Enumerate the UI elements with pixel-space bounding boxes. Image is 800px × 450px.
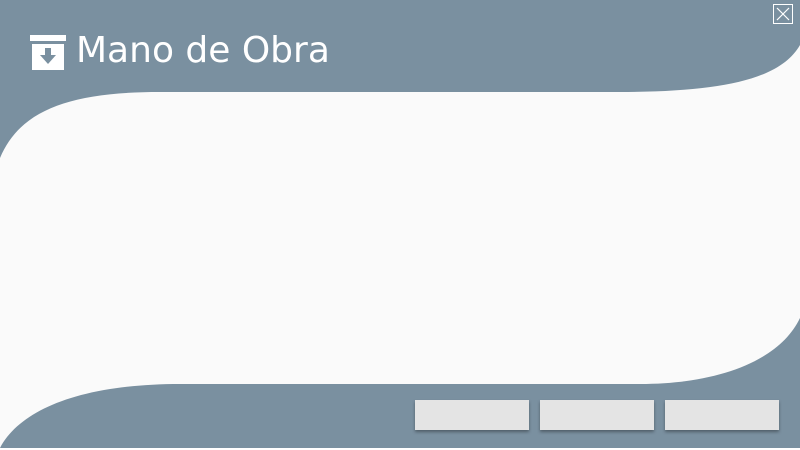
close-button[interactable] <box>773 4 793 24</box>
main-window: Mano de Obra <box>0 0 800 450</box>
close-icon <box>776 7 790 21</box>
archive-download-icon <box>30 35 66 70</box>
window-title: Mano de Obra <box>76 30 330 71</box>
content-area <box>40 110 760 370</box>
footer-button-1[interactable] <box>415 400 529 430</box>
footer-button-2[interactable] <box>540 400 654 430</box>
footer-button-3[interactable] <box>665 400 779 430</box>
title-bar: Mano de Obra <box>30 28 330 74</box>
